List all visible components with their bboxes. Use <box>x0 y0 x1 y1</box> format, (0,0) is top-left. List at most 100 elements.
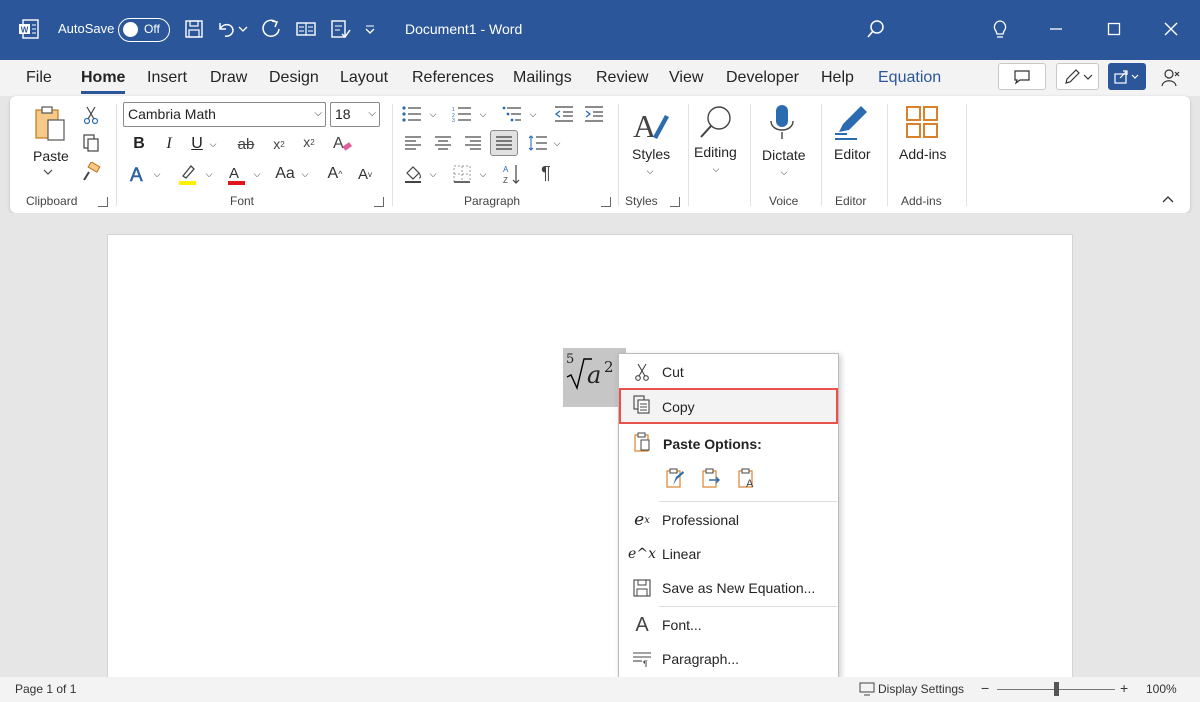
paste-label[interactable]: Paste <box>33 148 69 164</box>
tab-view[interactable]: View <box>669 69 703 87</box>
read-mode-icon[interactable] <box>293 16 319 42</box>
text-effects-icon[interactable]: A <box>126 162 152 186</box>
form-icon[interactable] <box>327 16 353 42</box>
tab-design[interactable]: Design <box>269 69 319 87</box>
clipboard-launcher-icon[interactable] <box>98 197 108 207</box>
bullets-dropdown-icon[interactable]: ⌵ <box>426 106 440 122</box>
bullets-icon[interactable] <box>400 104 424 124</box>
customize-toolbar-icon[interactable] <box>360 16 380 42</box>
menu-item-cut[interactable]: Cut <box>619 356 838 388</box>
line-spacing-dropdown-icon[interactable]: ⌵ <box>550 135 564 151</box>
styles-icon[interactable]: A <box>630 104 672 146</box>
font-color-icon[interactable]: A <box>223 162 249 186</box>
tab-mailings[interactable]: Mailings <box>513 69 572 87</box>
maximize-icon[interactable] <box>1099 16 1129 42</box>
font-size-select[interactable]: 18 ⌵ <box>330 102 380 127</box>
comments-button[interactable] <box>998 63 1046 90</box>
paragraph-launcher-icon[interactable] <box>601 197 611 207</box>
borders-dropdown-icon[interactable]: ⌵ <box>476 166 490 182</box>
paste-text-only-icon[interactable]: A <box>735 466 759 490</box>
tab-review[interactable]: Review <box>596 69 648 87</box>
save-icon[interactable] <box>181 16 207 42</box>
coauthor-icon[interactable] <box>1158 65 1184 91</box>
search-icon[interactable] <box>863 16 889 42</box>
display-settings-label[interactable]: Display Settings <box>878 682 964 696</box>
autosave-toggle[interactable]: Off <box>118 18 170 42</box>
tab-layout[interactable]: Layout <box>340 69 388 87</box>
tab-file[interactable]: File <box>26 69 52 87</box>
decrease-indent-icon[interactable] <box>552 104 576 124</box>
bold-icon[interactable]: B <box>128 133 150 155</box>
text-effects-dropdown-icon[interactable]: ⌵ <box>150 166 164 182</box>
show-formatting-icon[interactable]: ¶ <box>534 161 558 185</box>
highlight-icon[interactable] <box>174 162 200 186</box>
highlight-dropdown-icon[interactable]: ⌵ <box>202 166 216 182</box>
font-color-dropdown-icon[interactable]: ⌵ <box>250 166 264 182</box>
menu-item-professional[interactable]: ex Professional <box>619 504 838 536</box>
collapse-ribbon-icon[interactable] <box>1160 192 1176 206</box>
dictate-dropdown-icon[interactable]: ⌵ <box>777 165 791 179</box>
addins-icon[interactable] <box>902 102 942 142</box>
change-case-dropdown-icon[interactable]: ⌵ <box>298 166 312 182</box>
styles-dropdown-icon[interactable]: ⌵ <box>643 164 657 178</box>
change-case-icon[interactable]: Aa <box>272 162 298 186</box>
menu-item-linear[interactable]: e^x Linear <box>619 538 838 570</box>
shading-icon[interactable] <box>401 163 425 185</box>
styles-launcher-icon[interactable] <box>670 197 680 207</box>
format-painter-icon[interactable] <box>80 161 102 183</box>
minimize-icon[interactable] <box>1041 16 1071 42</box>
undo-dropdown-icon[interactable] <box>235 16 251 42</box>
menu-item-save-equation[interactable]: Save as New Equation... <box>619 572 838 604</box>
justify-icon[interactable] <box>490 130 518 156</box>
paste-merge-formatting-icon[interactable] <box>699 466 723 490</box>
grow-font-icon[interactable]: A ^ <box>324 162 346 186</box>
numbering-dropdown-icon[interactable]: ⌵ <box>476 106 490 122</box>
align-right-icon[interactable] <box>461 133 485 153</box>
subscript-icon[interactable]: x2 <box>268 133 290 155</box>
shading-dropdown-icon[interactable]: ⌵ <box>426 166 440 182</box>
tab-home[interactable]: Home <box>81 69 126 94</box>
shrink-font-icon[interactable]: Av <box>354 162 376 186</box>
align-left-icon[interactable] <box>401 133 425 153</box>
copy-icon[interactable] <box>80 132 102 154</box>
line-spacing-icon[interactable] <box>526 133 550 153</box>
sort-icon[interactable]: AZ <box>500 161 524 187</box>
superscript-icon[interactable]: x2 <box>298 131 320 153</box>
numbering-icon[interactable]: 123 <box>450 104 474 124</box>
paste-dropdown-icon[interactable] <box>40 166 56 178</box>
equation-selection[interactable]: 5 a 2 <box>563 348 626 407</box>
multilevel-dropdown-icon[interactable]: ⌵ <box>526 106 540 122</box>
menu-item-copy[interactable]: Copy <box>619 388 838 424</box>
underline-dropdown-icon[interactable]: ⌵ <box>206 136 220 152</box>
display-settings-icon[interactable] <box>858 681 876 697</box>
font-name-select[interactable]: Cambria Math ⌵ <box>123 102 326 127</box>
font-launcher-icon[interactable] <box>374 197 384 207</box>
editor-icon[interactable] <box>832 102 872 144</box>
close-icon[interactable] <box>1156 16 1186 42</box>
page-count[interactable]: Page 1 of 1 <box>15 682 76 696</box>
document-page[interactable] <box>107 234 1073 694</box>
tab-developer[interactable]: Developer <box>726 69 799 87</box>
paste-icon[interactable] <box>28 102 72 146</box>
addins-label[interactable]: Add-ins <box>899 146 946 162</box>
paste-keep-source-icon[interactable] <box>663 466 687 490</box>
borders-icon[interactable] <box>450 163 474 185</box>
underline-icon[interactable]: U <box>186 133 208 155</box>
lightbulb-icon[interactable] <box>985 16 1015 42</box>
clear-formatting-icon[interactable]: A <box>330 131 354 155</box>
zoom-out-icon[interactable]: − <box>981 680 989 696</box>
editing-dropdown-icon[interactable]: ⌵ <box>709 162 723 176</box>
increase-indent-icon[interactable] <box>582 104 606 124</box>
share-button[interactable] <box>1108 63 1146 90</box>
zoom-slider-thumb[interactable] <box>1054 682 1059 696</box>
menu-item-paragraph[interactable]: ¶ Paragraph... <box>619 643 838 675</box>
redo-icon[interactable] <box>259 16 285 42</box>
tab-help[interactable]: Help <box>821 69 854 87</box>
zoom-level[interactable]: 100% <box>1146 682 1177 696</box>
align-center-icon[interactable] <box>431 133 455 153</box>
tab-draw[interactable]: Draw <box>210 69 247 87</box>
italic-icon[interactable]: I <box>158 133 180 155</box>
multilevel-list-icon[interactable] <box>500 104 524 124</box>
editor-label[interactable]: Editor <box>834 146 871 162</box>
dictate-label[interactable]: Dictate <box>762 147 806 163</box>
